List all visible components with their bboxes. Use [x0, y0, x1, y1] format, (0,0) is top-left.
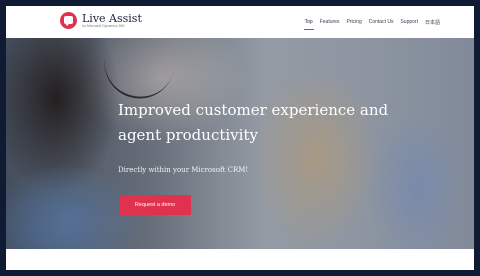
- hero-title-line-2: agent productivity: [118, 126, 258, 144]
- nav-item-top[interactable]: Top: [303, 17, 314, 30]
- content-section-below: [6, 249, 474, 270]
- hero-title: Improved customer experience and agent p…: [118, 98, 388, 148]
- page: Live Assist for Microsoft Dynamics 365 T…: [0, 0, 480, 276]
- nav-item-pricing[interactable]: Pricing: [346, 17, 361, 27]
- brand-tagline: for Microsoft Dynamics 365: [82, 23, 125, 28]
- brand-name: Live Assist: [82, 11, 142, 25]
- chat-bubble-icon: [60, 12, 77, 29]
- brand-logo[interactable]: Live Assist for Microsoft Dynamics 365: [60, 12, 142, 29]
- brand-wordmark: Live Assist for Microsoft Dynamics 365: [82, 13, 142, 29]
- hero-banner: Improved customer experience and agent p…: [6, 38, 474, 249]
- hero-title-line-1: Improved customer experience and: [118, 101, 389, 119]
- nav-item-support[interactable]: Support: [400, 17, 418, 27]
- request-demo-button[interactable]: Request a demo: [119, 195, 191, 215]
- hero-subtitle: Directly within your Microsoft CRM!: [118, 166, 249, 174]
- site-header: Live Assist for Microsoft Dynamics 365 T…: [6, 6, 474, 38]
- nav-item-features[interactable]: Features: [320, 17, 340, 27]
- main-nav: Top Features Pricing Contact Us Support …: [303, 6, 440, 38]
- nav-item-contact-us[interactable]: Contact Us: [369, 17, 394, 27]
- nav-item-japanese[interactable]: 日本語: [425, 17, 440, 28]
